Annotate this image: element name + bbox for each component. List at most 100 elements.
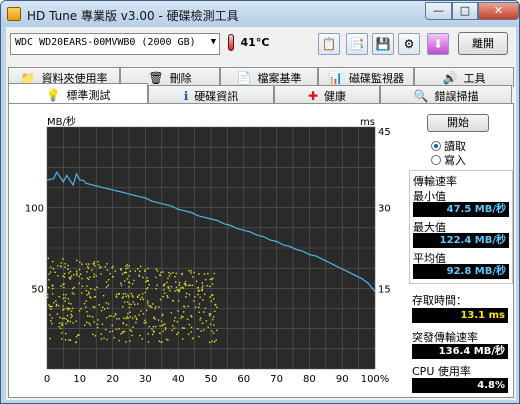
scatter-point xyxy=(164,292,166,295)
scatter-point xyxy=(177,310,179,312)
scatter-point xyxy=(63,286,65,289)
scatter-point xyxy=(78,275,80,278)
scatter-point xyxy=(137,296,139,298)
y-tick-left: 50 xyxy=(31,284,44,295)
transfer-rate-title: 傳輸速率 xyxy=(413,175,457,188)
copy-screenshot-button[interactable]: 📑 xyxy=(346,33,368,55)
scatter-point xyxy=(147,280,149,282)
scatter-point xyxy=(209,285,211,287)
tab-drive-info[interactable]: ℹ 硬碟資訊 xyxy=(148,85,274,105)
scatter-point xyxy=(177,331,180,334)
scatter-point xyxy=(88,263,90,265)
tab-label: 健康 xyxy=(324,89,347,103)
title-bar[interactable]: HD Tune 專業版 v3.00 - 硬碟檢測工具 — □ ✕ xyxy=(1,1,519,27)
download-button[interactable]: ⬇ xyxy=(427,33,449,55)
scatter-point xyxy=(61,317,64,320)
y-axis-right-ticks: 45 30 15 xyxy=(378,127,391,295)
scatter-point xyxy=(81,263,83,265)
scatter-point xyxy=(207,326,209,328)
scatter-point xyxy=(80,307,82,310)
scatter-point xyxy=(144,291,147,294)
scatter-point xyxy=(176,333,178,336)
scatter-point xyxy=(62,297,65,300)
cpu-usage-label: CPU 使用率 xyxy=(412,365,471,378)
scatter-point xyxy=(174,290,176,292)
scatter-point xyxy=(211,330,213,332)
save-button[interactable]: 💾 xyxy=(372,33,394,55)
tab-file-benchmark[interactable]: 📄 檔案基準 xyxy=(220,67,318,87)
scatter-point xyxy=(146,277,148,279)
scatter-point xyxy=(114,270,117,272)
scatter-point xyxy=(61,332,63,334)
scatter-point xyxy=(87,278,90,281)
start-button[interactable]: 開始 xyxy=(427,114,489,132)
scatter-point xyxy=(79,261,81,263)
scatter-point xyxy=(176,321,179,323)
scatter-point xyxy=(131,283,134,285)
scatter-point xyxy=(75,270,78,272)
exit-button[interactable]: 離開 xyxy=(458,32,508,55)
chevron-down-icon: ▼ xyxy=(210,37,216,47)
maximize-button[interactable]: □ xyxy=(452,2,478,20)
scatter-point xyxy=(120,282,122,284)
tab-benchmark[interactable]: 💡 標準測試 xyxy=(8,83,148,105)
tab-health[interactable]: ✚ 健康 xyxy=(274,85,380,105)
tab-error-scan[interactable]: 🔍 錯誤掃描 xyxy=(380,85,512,105)
scatter-point xyxy=(112,265,114,268)
scatter-point xyxy=(121,297,124,299)
copy-text-button[interactable]: 📋 xyxy=(318,33,340,55)
scatter-point xyxy=(127,301,129,303)
scatter-point xyxy=(63,308,65,310)
scatter-point xyxy=(147,333,149,335)
scatter-point xyxy=(171,324,174,327)
scatter-point xyxy=(162,284,165,286)
scatter-point xyxy=(144,319,146,322)
close-button[interactable]: ✕ xyxy=(478,2,519,20)
write-radio[interactable]: 寫入 xyxy=(431,152,466,168)
scatter-point xyxy=(159,332,161,335)
scatter-point xyxy=(153,316,155,319)
scatter-point xyxy=(128,265,130,267)
tab-tools[interactable]: 🔊 工具 xyxy=(414,67,514,87)
scatter-point xyxy=(152,326,155,328)
scatter-point xyxy=(113,315,115,318)
scatter-point xyxy=(125,268,127,270)
scatter-point xyxy=(47,286,50,289)
scatter-point xyxy=(160,341,162,343)
scatter-point xyxy=(182,311,185,313)
scatter-point xyxy=(171,329,174,331)
scatter-point xyxy=(64,300,66,302)
access-time-label: 存取時間： xyxy=(412,294,467,307)
scatter-point xyxy=(191,337,194,340)
scatter-point xyxy=(97,319,99,321)
scatter-point xyxy=(120,284,123,287)
scatter-point xyxy=(64,266,66,268)
scatter-point xyxy=(175,272,177,275)
scatter-point xyxy=(208,313,211,315)
scatter-point xyxy=(112,276,114,278)
scatter-point xyxy=(159,325,161,327)
scatter-point xyxy=(190,326,193,329)
scatter-point xyxy=(159,274,161,276)
scatter-point xyxy=(156,270,159,272)
scatter-point xyxy=(120,268,122,270)
scatter-point xyxy=(167,339,169,341)
options-button[interactable]: ⚙ xyxy=(398,33,420,55)
scatter-point xyxy=(187,333,190,335)
scatter-point xyxy=(89,324,91,326)
scatter-point xyxy=(187,284,190,287)
tab-disk-monitor[interactable]: 📊 磁碟監視器 xyxy=(318,67,414,87)
scatter-point xyxy=(123,301,126,303)
scatter-point xyxy=(167,277,169,280)
scatter-point xyxy=(55,300,57,302)
scatter-point xyxy=(182,338,184,340)
scatter-point xyxy=(63,276,66,278)
scatter-point xyxy=(212,277,214,280)
scatter-point xyxy=(205,320,208,322)
scatter-point xyxy=(155,288,158,290)
scatter-point xyxy=(203,311,205,313)
drive-select[interactable]: WDC WD20EARS-00MVWB0 (2000 GB) ▼ xyxy=(10,33,220,55)
x-axis-ticks: 0 10 20 30 40 50 60 70 80 90 100% xyxy=(44,374,389,385)
scatter-point xyxy=(139,334,141,337)
minimize-button[interactable]: — xyxy=(425,2,452,20)
